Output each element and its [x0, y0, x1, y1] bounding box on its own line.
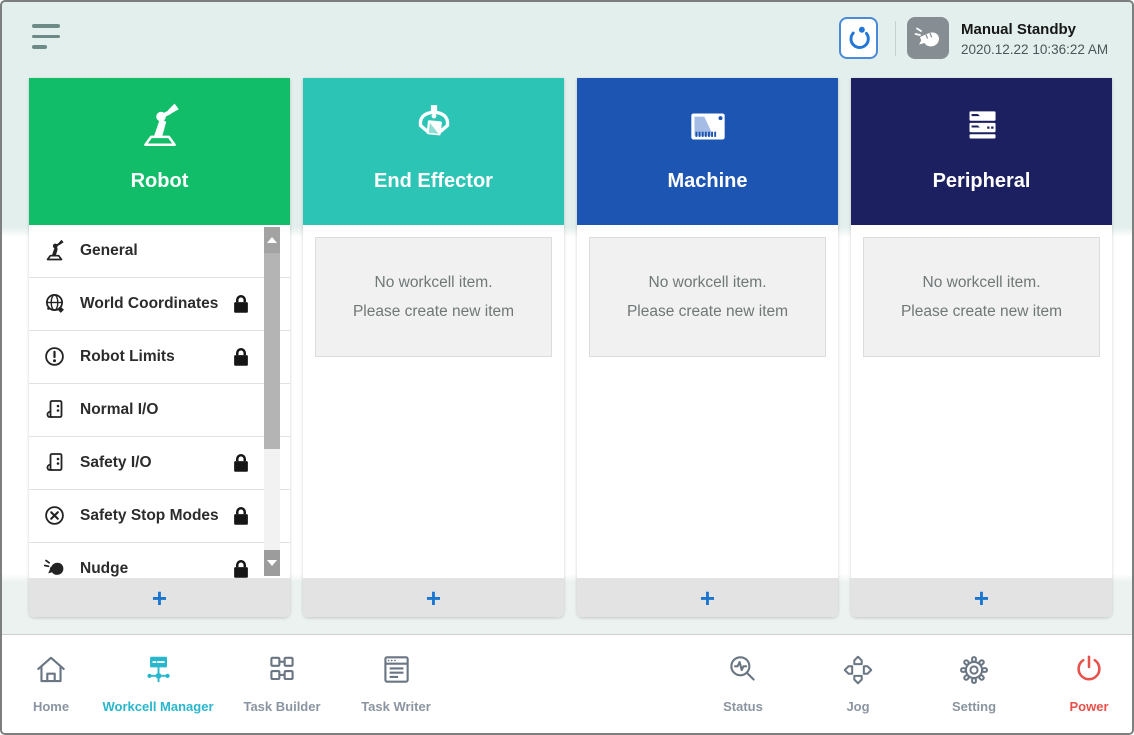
robot-item-label: Normal I/O	[80, 401, 158, 419]
machine-empty-state: No workcell item. Please create new item	[589, 237, 826, 357]
scroll-up-icon[interactable]	[264, 227, 280, 253]
general-icon	[43, 239, 67, 263]
robot-item-list: General World Coordinates	[29, 225, 290, 578]
robot-arm-icon	[135, 102, 185, 152]
end-effector-column-header[interactable]: End Effector	[303, 78, 564, 225]
empty-line-1: No workcell item.	[375, 268, 493, 297]
robot-add-button[interactable]: +	[29, 578, 290, 617]
lock-icon	[232, 559, 250, 578]
gripper-box-icon	[409, 102, 459, 152]
world-coordinates-icon	[43, 292, 67, 316]
hamburger-icon[interactable]	[32, 24, 62, 50]
topbar-divider	[895, 21, 896, 56]
status-datetime: 2020.12.22 10:36:22 AM	[961, 42, 1108, 57]
machine-add-button[interactable]: +	[577, 578, 838, 617]
task-builder-icon	[217, 647, 347, 693]
end-effector-add-button[interactable]: +	[303, 578, 564, 617]
end-effector-column-title: End Effector	[374, 170, 493, 193]
robot-item-safety-io[interactable]: Safety I/O	[29, 437, 290, 490]
peripheral-column-header[interactable]: Peripheral	[851, 78, 1112, 225]
robot-item-general[interactable]: General	[29, 225, 290, 278]
robot-item-safety-stop-modes[interactable]: Safety Stop Modes	[29, 490, 290, 543]
robot-item-label: Nudge	[80, 560, 128, 578]
robot-status-label: Manual Standby	[961, 21, 1108, 38]
lock-icon	[232, 453, 250, 473]
top-bar: Manual Standby 2020.12.22 10:36:22 AM	[2, 2, 1132, 76]
nav-power[interactable]: Power	[1024, 647, 1134, 714]
peripheral-add-button[interactable]: +	[851, 578, 1112, 617]
peripheral-icon	[957, 102, 1007, 152]
end-effector-empty-state: No workcell item. Please create new item	[315, 237, 552, 357]
peripheral-column: Peripheral No workcell item. Please crea…	[851, 78, 1112, 617]
empty-line-2: Please create new item	[901, 297, 1062, 326]
nav-status[interactable]: Status	[678, 647, 808, 714]
manual-mode-button[interactable]	[907, 17, 949, 59]
lock-icon	[232, 294, 250, 314]
lock-icon	[232, 347, 250, 367]
nav-setting[interactable]: Setting	[909, 647, 1039, 714]
machine-column-title: Machine	[667, 170, 747, 193]
machine-icon	[683, 102, 733, 152]
task-writer-icon	[331, 647, 461, 693]
robot-item-normal-io[interactable]: Normal I/O	[29, 384, 290, 437]
robot-column-title: Robot	[131, 170, 189, 193]
gripper-tool-button[interactable]	[839, 17, 878, 59]
robot-limits-icon	[43, 345, 67, 369]
manual-hand-icon	[913, 23, 943, 53]
setting-icon	[909, 647, 1039, 693]
scrollbar-thumb[interactable]	[264, 253, 280, 449]
power-icon	[1024, 647, 1134, 693]
peripheral-column-title: Peripheral	[933, 170, 1031, 193]
bottom-nav-bar: Home Workcell Manager	[2, 634, 1132, 733]
status-icon	[678, 647, 808, 693]
robot-item-label: General	[80, 242, 138, 260]
machine-column: Machine No workcell item. Please create …	[577, 78, 838, 617]
nav-jog[interactable]: Jog	[793, 647, 923, 714]
empty-line-2: Please create new item	[627, 297, 788, 326]
nav-workcell-manager[interactable]: Workcell Manager	[93, 647, 223, 714]
robot-item-label: Safety Stop Modes	[80, 507, 219, 525]
nav-task-writer[interactable]: Task Writer	[331, 647, 461, 714]
nudge-icon	[43, 557, 67, 578]
robot-item-robot-limits[interactable]: Robot Limits	[29, 331, 290, 384]
jog-icon	[793, 647, 923, 693]
safety-stop-icon	[43, 504, 67, 528]
robot-item-label: Safety I/O	[80, 454, 152, 472]
lock-icon	[232, 506, 250, 526]
nav-task-builder[interactable]: Task Builder	[217, 647, 347, 714]
robot-list-scrollbar[interactable]	[264, 227, 280, 576]
robot-column-header[interactable]: Robot	[29, 78, 290, 225]
empty-line-1: No workcell item.	[923, 268, 1041, 297]
workcell-manager-icon	[93, 647, 223, 693]
robot-item-world-coordinates[interactable]: World Coordinates	[29, 278, 290, 331]
workcell-manager-screen: Manual Standby 2020.12.22 10:36:22 AM Ro…	[0, 0, 1134, 735]
gripper-tool-icon	[845, 24, 873, 52]
empty-line-2: Please create new item	[353, 297, 514, 326]
machine-column-header[interactable]: Machine	[577, 78, 838, 225]
robot-item-label: World Coordinates	[80, 295, 218, 313]
scroll-down-icon[interactable]	[264, 550, 280, 576]
io-icon	[43, 398, 67, 422]
peripheral-empty-state: No workcell item. Please create new item	[863, 237, 1100, 357]
end-effector-column: End Effector No workcell item. Please cr…	[303, 78, 564, 617]
robot-item-label: Robot Limits	[80, 348, 175, 366]
robot-column: Robot General	[29, 78, 290, 617]
robot-item-nudge[interactable]: Nudge	[29, 543, 290, 578]
empty-line-1: No workcell item.	[649, 268, 767, 297]
io-icon	[43, 451, 67, 475]
